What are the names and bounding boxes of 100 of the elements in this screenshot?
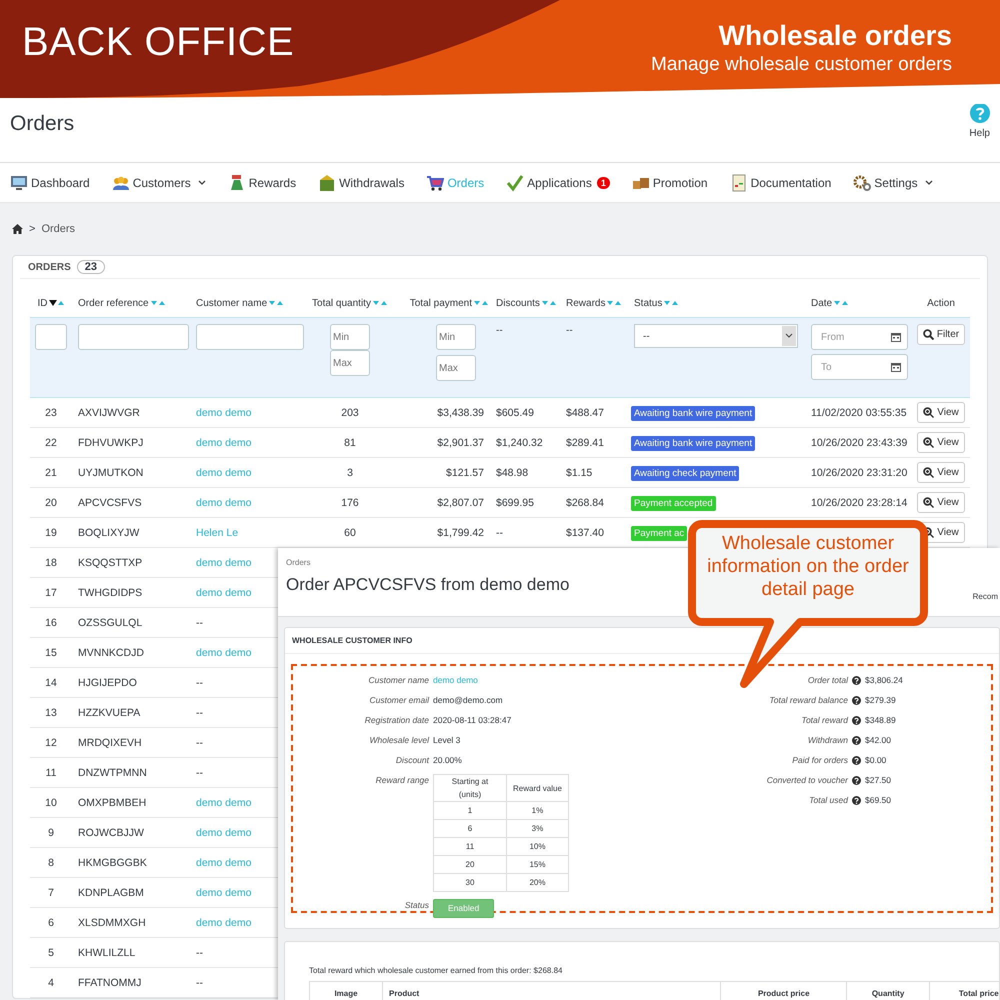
chevron-down-icon — [782, 326, 796, 346]
table-cell: 16 — [45, 616, 57, 628]
sort-icon[interactable] — [48, 300, 64, 308]
field-label: Registration date — [364, 714, 429, 727]
table-cell: 15% — [506, 856, 568, 874]
table-cell: OZSSGULQL — [78, 616, 142, 628]
filter-field[interactable] — [196, 324, 304, 350]
nav-item[interactable]: Applications 1 — [506, 174, 610, 192]
column-header[interactable]: Customer name — [196, 298, 268, 310]
table-cell: HZZKVUEPA — [78, 706, 140, 718]
zoom-in-icon — [923, 407, 934, 418]
field-label: Discount — [394, 754, 429, 767]
help-icon — [852, 776, 861, 785]
nav-item[interactable]: Withdrawals — [318, 174, 404, 192]
column-header[interactable]: Date — [811, 298, 832, 310]
table-cell: $1,240.32 — [496, 436, 543, 448]
gear-icon — [853, 174, 872, 192]
breadcrumb-link[interactable]: Orders — [41, 223, 76, 235]
filter-field[interactable] — [35, 324, 67, 350]
breadcrumb-link[interactable]: Orders — [286, 558, 310, 567]
table-cell: UYJMUTKON — [78, 466, 144, 478]
table-cell: $699.95 — [496, 496, 534, 508]
help-icon — [852, 796, 861, 805]
nav-item[interactable]: Dashboard — [10, 174, 90, 192]
table-cell: 6 — [48, 916, 54, 928]
view-button[interactable]: View — [917, 462, 965, 483]
empty-filter-text: -- — [566, 325, 573, 336]
table-cell: 10/26/2020 23:31:20 — [811, 466, 908, 478]
column-header[interactable]: Discounts — [496, 298, 540, 310]
breadcrumb-separator: > — [29, 223, 36, 235]
field-value: $3,806.24 — [865, 674, 901, 687]
table-cell: $488.47 — [566, 406, 604, 418]
field-label: Total used — [809, 794, 848, 807]
document-icon — [730, 174, 748, 192]
callout-text: Wholesale customer information on the order detail page — [706, 532, 910, 601]
view-button[interactable]: View — [917, 432, 965, 453]
table-cell: 12 — [45, 736, 57, 748]
filter-field[interactable]: Max — [330, 350, 370, 376]
table-cell: FFATNOMMJ — [78, 976, 142, 988]
table-cell: 10% — [506, 838, 568, 856]
nav-item[interactable]: Promotion — [632, 174, 708, 192]
table-cell: 17 — [45, 586, 57, 598]
table-cell: HKMGBGGBK — [78, 856, 147, 868]
filter-field[interactable]: Min — [330, 324, 370, 350]
filter-field[interactable]: Max — [436, 355, 476, 381]
table-cell: TWHGDIDPS — [78, 586, 142, 598]
nav-item[interactable]: Rewards — [228, 174, 296, 192]
table-cell: -- — [196, 706, 203, 718]
column-header[interactable]: ID — [38, 298, 48, 310]
table-cell: 6 — [434, 820, 506, 838]
column-header[interactable]: Total quantity — [312, 298, 371, 310]
checkmark-icon — [506, 174, 524, 192]
nav-item[interactable]: Documentation — [730, 174, 832, 192]
table-cell: -- — [196, 976, 203, 988]
column-header[interactable]: Rewards — [566, 298, 606, 310]
help-icon — [852, 736, 861, 745]
help-icon — [852, 696, 861, 705]
table-cell: MVNNKCDJD — [78, 646, 144, 658]
filter-field[interactable]: Min — [436, 324, 476, 350]
table-cell: -- — [496, 526, 503, 538]
toolbar-text: Recom — [972, 592, 998, 603]
nav-item[interactable]: Settings — [853, 174, 933, 192]
field-value: $69.50 — [865, 794, 892, 807]
table-cell: $268.84 — [566, 496, 604, 508]
table-cell: AXVIJWVGR — [78, 406, 140, 418]
table-cell: 3 — [347, 466, 353, 478]
monitor-icon — [10, 174, 28, 192]
table-cell: DNZWTPMNN — [78, 766, 147, 778]
empty-filter-text: -- — [496, 325, 503, 336]
table-cell: 3% — [506, 820, 568, 838]
count-badge: 1 — [596, 176, 610, 188]
table-cell: 9 — [48, 826, 54, 838]
view-button[interactable]: View — [917, 492, 965, 513]
nav-item[interactable]: Customers — [112, 174, 206, 192]
column-header[interactable]: Status — [634, 298, 662, 310]
table-cell: 1% — [506, 802, 568, 820]
help-icon — [852, 756, 861, 765]
column-header: Action — [927, 298, 955, 310]
table-cell: 176 — [341, 496, 359, 508]
column-header[interactable]: Total payment — [410, 298, 472, 310]
status-dropdown[interactable]: -- — [634, 324, 798, 348]
column-header: Product price — [720, 982, 847, 1000]
column-header: Image — [310, 982, 382, 1000]
table-cell: HJGIJEPDO — [78, 676, 137, 688]
table-cell: 19 — [45, 526, 57, 538]
table-cell: 8 — [48, 856, 54, 868]
table-cell: ROJWCBJJW — [78, 826, 144, 838]
table-cell: 11 — [46, 766, 56, 778]
field-label: Customer email — [368, 694, 429, 707]
view-button[interactable]: View — [917, 402, 965, 423]
column-header[interactable]: Order reference — [78, 298, 149, 310]
field-value: 2020-08-11 03:28:47 — [433, 714, 512, 727]
table-header: Starting at (units) — [434, 774, 506, 802]
column-header: Total price — [929, 982, 1000, 1000]
status-badge: Payment ac — [631, 526, 688, 540]
help-link[interactable]: Help — [969, 128, 990, 139]
filter-button[interactable]: Filter — [916, 324, 966, 345]
cart-icon — [426, 174, 444, 192]
filter-field[interactable] — [78, 324, 189, 350]
table-cell: 10 — [45, 796, 57, 808]
